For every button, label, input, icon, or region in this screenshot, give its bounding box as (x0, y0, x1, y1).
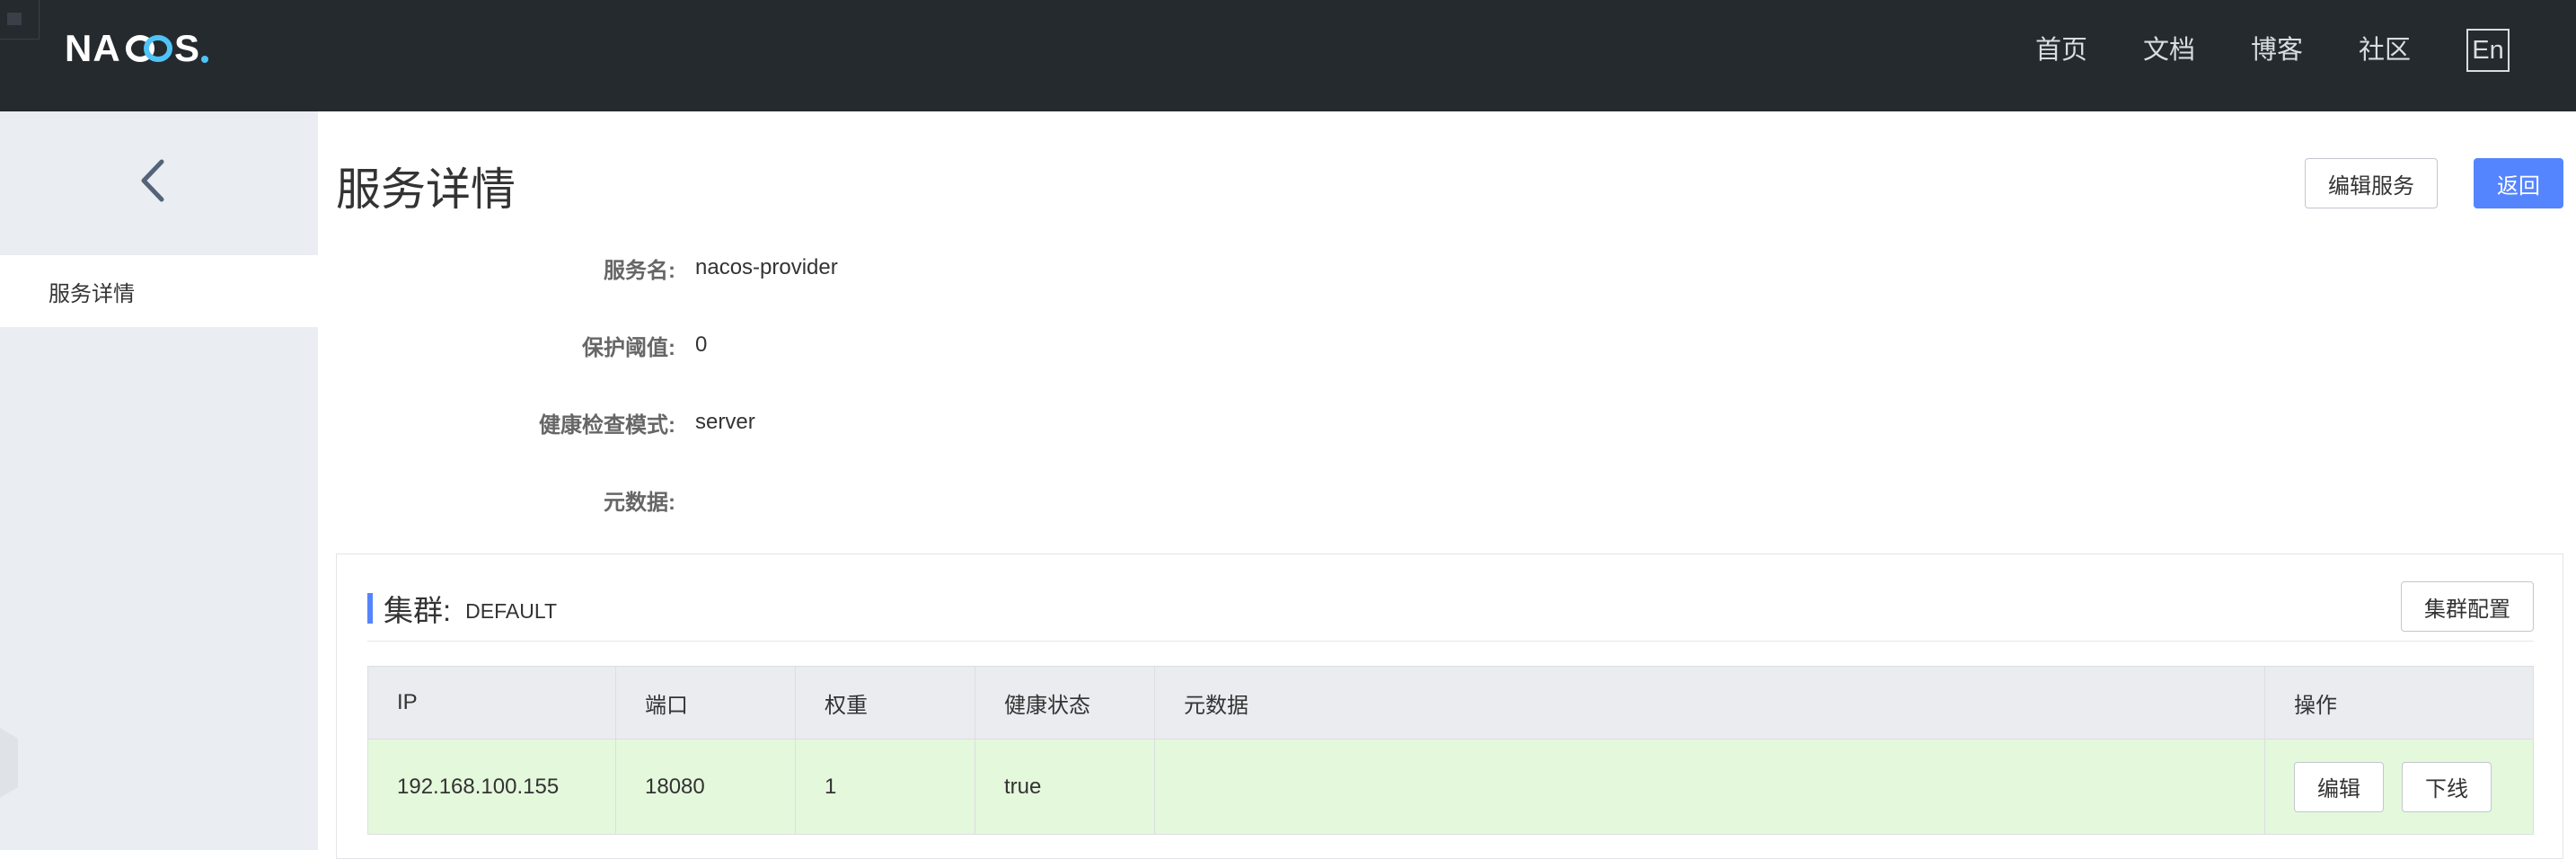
nav-home[interactable]: 首页 (2035, 27, 2087, 74)
cluster-accent-bar (367, 593, 373, 624)
chevron-left-icon[interactable] (135, 158, 171, 203)
nav-docs[interactable]: 文档 (2143, 27, 2195, 74)
top-nav-bar: NA S 首页 文档 博客 社区 En (0, 0, 2576, 111)
nav-blog[interactable]: 博客 (2251, 27, 2303, 74)
language-switch-button[interactable]: En (2466, 29, 2510, 72)
page-title: 服务详情 (336, 164, 516, 215)
svg-text:NA: NA (65, 27, 121, 69)
cell-ip: 192.168.100.155 (368, 739, 616, 834)
field-service-name: 服务名: nacos-provider (336, 250, 1414, 286)
cluster-config-button[interactable]: 集群配置 (2401, 581, 2534, 632)
cluster-header: 集群: DEFAULT (367, 587, 557, 630)
field-label: 保护阈值: (582, 335, 675, 360)
sidebar-item-service-detail[interactable]: 服务详情 (0, 255, 318, 327)
cluster-card: 集群: DEFAULT 集群配置 IP 端口 权重 健康状态 元数据 操作 19… (336, 553, 2563, 859)
column-header-metadata: 元数据 (1155, 667, 2265, 739)
cell-weight: 1 (796, 739, 975, 834)
svg-text:S: S (174, 27, 199, 69)
column-header-port: 端口 (616, 667, 796, 739)
cell-metadata (1155, 739, 2265, 834)
field-label: 元数据: (604, 490, 675, 515)
column-header-weight: 权重 (796, 667, 975, 739)
column-header-actions: 操作 (2294, 693, 2337, 718)
sidebar: 服务详情 (0, 111, 318, 850)
column-header-health: 健康状态 (975, 667, 1155, 739)
corner-widget[interactable] (0, 0, 40, 40)
cluster-title: 集群: (384, 594, 452, 627)
back-button[interactable]: 返回 (2474, 158, 2563, 208)
sidebar-edge-shape (0, 722, 18, 803)
column-header-ip: IP (368, 667, 616, 739)
cluster-name: DEFAULT (465, 598, 557, 623)
cell-actions: 编辑 下线 (2265, 739, 2533, 834)
field-value: 0 (695, 332, 708, 357)
instance-table: IP 端口 权重 健康状态 元数据 操作 192.168.100.155 180… (367, 666, 2534, 835)
cell-healthy: true (975, 739, 1155, 834)
field-value: server (695, 410, 755, 434)
nacos-logo[interactable]: NA S (65, 25, 253, 70)
edit-service-button[interactable]: 编辑服务 (2305, 158, 2438, 208)
field-protect-threshold: 保护阈值: 0 (336, 327, 1414, 363)
table-row: 192.168.100.155 18080 1 true 编辑 下线 (368, 739, 2533, 834)
field-label: 健康检查模式: (539, 412, 675, 438)
table-header-row: IP 端口 权重 健康状态 元数据 操作 (368, 667, 2533, 739)
nav-community[interactable]: 社区 (2359, 27, 2411, 74)
cell-port: 18080 (616, 739, 796, 834)
sidebar-item-label: 服务详情 (49, 281, 135, 306)
field-metadata: 元数据: (336, 482, 1414, 518)
field-health-check-mode: 健康检查模式: server (336, 404, 1414, 440)
field-value: nacos-provider (695, 255, 838, 279)
main-nav: 首页 文档 博客 社区 En (1980, 27, 2510, 74)
offline-instance-button[interactable]: 下线 (2402, 761, 2492, 812)
field-label: 服务名: (604, 258, 675, 283)
edit-instance-button[interactable]: 编辑 (2294, 761, 2384, 812)
divider (367, 641, 2534, 642)
